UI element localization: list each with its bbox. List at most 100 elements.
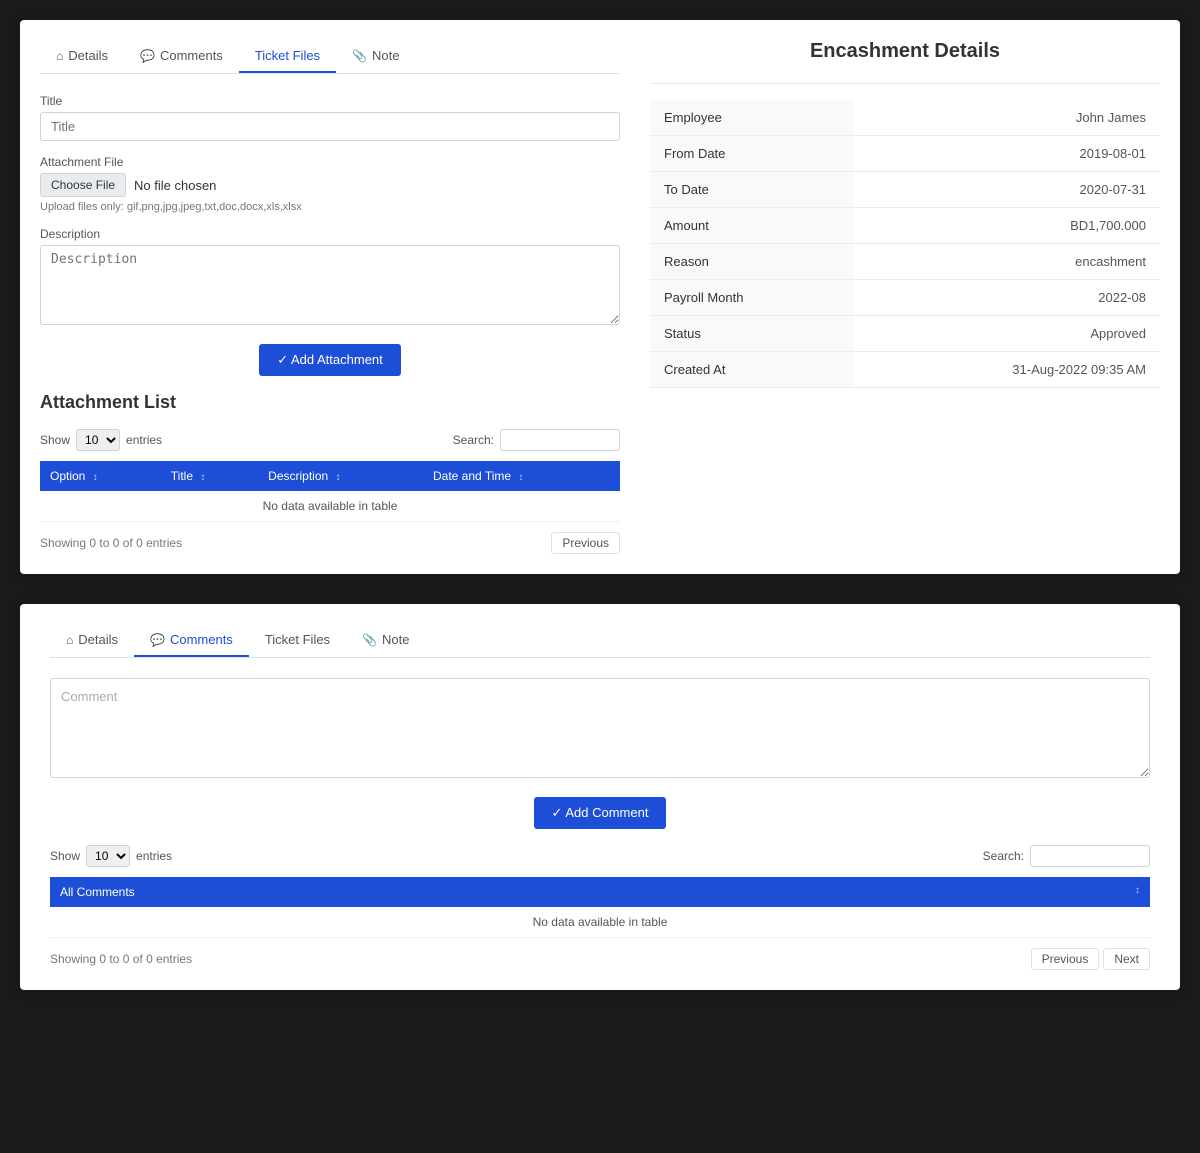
comments-table: All Comments ↕ No data available in tabl… <box>50 877 1150 938</box>
file-hint: Upload files only: gif,png,jpg,jpeg,txt,… <box>40 201 620 213</box>
bottom-panel-tabs: ⌂ Details 💬 Comments Ticket Files 📎 Note <box>50 624 1150 658</box>
encashment-row-value: BD1,700.000 <box>854 208 1160 244</box>
left-section: ⌂ Details 💬 Comments Ticket Files 📎 Note… <box>40 40 620 554</box>
comments-empty-row: No data available in table <box>50 907 1150 938</box>
col-option: Option ↕ <box>40 461 161 491</box>
tab-ticket-files[interactable]: Ticket Files <box>239 40 336 73</box>
comments-table-footer: Showing 0 to 0 of 0 entries Previous Nex… <box>50 948 1150 970</box>
add-comment-button[interactable]: ✓ Add Comment <box>534 797 667 829</box>
home-icon: ⌂ <box>56 49 63 63</box>
comments-prev-btn[interactable]: Previous <box>1031 948 1100 970</box>
attachment-table: Option ↕ Title ↕ Description ↕ <box>40 461 620 522</box>
attachment-table-footer: Showing 0 to 0 of 0 entries Previous <box>40 532 620 554</box>
encashment-row-value: 2020-07-31 <box>854 172 1160 208</box>
encashment-detail-row: From Date 2019-08-01 <box>650 136 1160 172</box>
bottom-comment-icon: 💬 <box>150 633 165 647</box>
attachment-table-controls: Show 10 25 50 entries Search: <box>40 429 620 451</box>
encashment-row-value: encashment <box>854 244 1160 280</box>
sort-icon-description: ↕ <box>336 472 341 483</box>
encashment-row-value: 2022-08 <box>854 280 1160 316</box>
comment-search-area: Search: <box>983 845 1150 867</box>
sort-icon-comments: ↕ <box>1135 885 1140 896</box>
sort-icon-date-time: ↕ <box>518 472 523 483</box>
encashment-row-value: Approved <box>854 316 1160 352</box>
search-area: Search: <box>453 429 620 451</box>
description-label: Description <box>40 227 620 241</box>
encashment-details-table: Employee John James From Date 2019-08-01… <box>650 100 1160 388</box>
show-entries: Show 10 25 50 entries <box>40 429 162 451</box>
comment-textarea[interactable] <box>50 678 1150 778</box>
col-date-time: Date and Time ↕ <box>423 461 620 491</box>
description-group: Description <box>40 227 620 328</box>
col-title: Title ↕ <box>161 461 258 491</box>
title-group: Title <box>40 94 620 141</box>
attachment-empty-message: No data available in table <box>40 491 620 522</box>
attachment-list-title: Attachment List <box>40 392 620 413</box>
comments-next-btn[interactable]: Next <box>1103 948 1150 970</box>
encashment-detail-row: Payroll Month 2022-08 <box>650 280 1160 316</box>
choose-file-btn[interactable]: Choose File <box>40 173 126 197</box>
attachment-table-header-row: Option ↕ Title ↕ Description ↕ <box>40 461 620 491</box>
encashment-row-value: 2019-08-01 <box>854 136 1160 172</box>
top-panel: ⌂ Details 💬 Comments Ticket Files 📎 Note… <box>20 20 1180 574</box>
comment-show-entries: Show 10 25 50 entries <box>50 845 172 867</box>
encashment-row-label: Amount <box>650 208 854 244</box>
encashment-row-value: 31-Aug-2022 09:35 AM <box>854 352 1160 388</box>
bottom-paperclip-icon: 📎 <box>362 633 377 647</box>
entries-select[interactable]: 10 25 50 <box>76 429 120 451</box>
description-input[interactable] <box>40 245 620 325</box>
attachment-showing-text: Showing 0 to 0 of 0 entries <box>40 536 182 550</box>
encashment-detail-row: Employee John James <box>650 100 1160 136</box>
attachment-pagination: Previous <box>551 532 620 554</box>
tab-note[interactable]: 📎 Note <box>336 40 415 73</box>
add-comment-row: ✓ Add Comment <box>50 797 1150 829</box>
attachment-list-section: Attachment List Show 10 25 50 entries Se… <box>40 392 620 554</box>
comment-search-input[interactable] <box>1030 845 1150 867</box>
bottom-panel-content: ⌂ Details 💬 Comments Ticket Files 📎 Note… <box>20 604 1180 990</box>
bottom-home-icon: ⌂ <box>66 633 73 647</box>
encashment-detail-row: Reason encashment <box>650 244 1160 280</box>
bottom-tab-details[interactable]: ⌂ Details <box>50 624 134 657</box>
encashment-divider <box>650 83 1160 84</box>
encashment-detail-row: To Date 2020-07-31 <box>650 172 1160 208</box>
attachment-search-input[interactable] <box>500 429 620 451</box>
encashment-row-label: Payroll Month <box>650 280 854 316</box>
encashment-detail-row: Status Approved <box>650 316 1160 352</box>
encashment-row-label: Reason <box>650 244 854 280</box>
tab-details[interactable]: ⌂ Details <box>40 40 124 73</box>
attachment-empty-row: No data available in table <box>40 491 620 522</box>
encashment-title: Encashment Details <box>650 40 1160 63</box>
col-description: Description ↕ <box>258 461 423 491</box>
right-section: Encashment Details Employee John James F… <box>650 40 1160 554</box>
bottom-tab-comments[interactable]: 💬 Comments <box>134 624 249 657</box>
file-upload-area: Choose File No file chosen <box>40 173 620 197</box>
attachment-file-label: Attachment File <box>40 155 620 169</box>
attachment-prev-btn[interactable]: Previous <box>551 532 620 554</box>
paperclip-icon: 📎 <box>352 49 367 63</box>
bottom-tab-note[interactable]: 📎 Note <box>346 624 425 657</box>
encashment-row-label: Status <box>650 316 854 352</box>
comment-entries-select[interactable]: 10 25 50 <box>86 845 130 867</box>
bottom-tab-ticket-files[interactable]: Ticket Files <box>249 624 346 657</box>
comments-table-header-row: All Comments ↕ <box>50 877 1150 907</box>
no-file-text: No file chosen <box>134 178 216 193</box>
col-all-comments: All Comments ↕ <box>50 877 1150 907</box>
tab-comments[interactable]: 💬 Comments <box>124 40 239 73</box>
comment-icon: 💬 <box>140 49 155 63</box>
comments-pagination: Previous Next <box>1031 948 1150 970</box>
title-label: Title <box>40 94 620 108</box>
encashment-detail-row: Created At 31-Aug-2022 09:35 AM <box>650 352 1160 388</box>
encashment-row-label: Employee <box>650 100 854 136</box>
top-panel-tabs: ⌂ Details 💬 Comments Ticket Files 📎 Note <box>40 40 620 74</box>
add-attachment-button[interactable]: ✓ Add Attachment <box>259 344 401 376</box>
encashment-row-value: John James <box>854 100 1160 136</box>
encashment-row-label: Created At <box>650 352 854 388</box>
comments-empty-message: No data available in table <box>50 907 1150 938</box>
add-attachment-row: ✓ Add Attachment <box>40 344 620 376</box>
title-input[interactable] <box>40 112 620 141</box>
comment-group <box>50 678 1150 781</box>
sort-icon-title: ↕ <box>200 472 205 483</box>
sort-icon-option: ↕ <box>93 472 98 483</box>
comment-table-controls: Show 10 25 50 entries Search: <box>50 845 1150 867</box>
bottom-panel: ⌂ Details 💬 Comments Ticket Files 📎 Note… <box>20 604 1180 990</box>
